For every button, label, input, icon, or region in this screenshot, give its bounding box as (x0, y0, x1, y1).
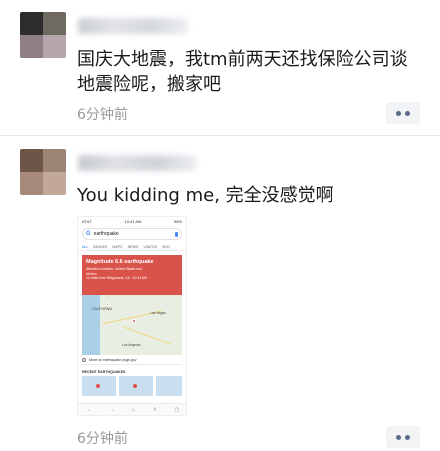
usgs-link: More on earthquake.usgs.gov (82, 355, 182, 365)
post-divider (0, 135, 440, 136)
avatar-pixel (43, 35, 66, 58)
tab-all: ALL (82, 245, 89, 249)
alert-line: 11 miles from Ridgecrest, CA · 10:33 AM (86, 276, 147, 280)
clock-label: 10:41 AM (124, 219, 142, 224)
post-content: 国庆大地震，我tm前两天还找保险公司谈地震险呢，搬家吧 (77, 49, 408, 95)
browser-nav-bar: ← → ⌂ ⇧ ▢ (78, 403, 186, 415)
more-dots-icon (396, 110, 401, 116)
avatar-pixel (43, 12, 66, 35)
tab-shopping: SHO (161, 245, 170, 249)
recent-map-thumbnail (156, 376, 182, 396)
avatar[interactable] (20, 149, 66, 195)
attached-screenshot[interactable]: AT&T 10:41 AM 58% G earthquake ALL IMAGE… (77, 216, 187, 416)
phone-status-bar: AT&T 10:41 AM 58% (78, 217, 186, 226)
google-logo-icon: G (86, 231, 91, 237)
blurred-username[interactable] (78, 18, 188, 34)
map-label: Las Vegas (150, 311, 166, 315)
map-pin-icon (133, 384, 137, 388)
avatar-pixel (43, 149, 66, 172)
tab-maps: MAPS (112, 245, 123, 249)
map-pin-icon (106, 303, 109, 306)
map-ocean (82, 295, 100, 355)
moment-post: 国庆大地震，我tm前两天还找保险公司谈地震险呢，搬家吧 6分钟前 (0, 0, 440, 135)
map-pin-icon (96, 384, 100, 388)
tab-news: NEWS (127, 245, 139, 249)
recent-header: RECENT EARTHQUAKES (82, 370, 126, 374)
tab-videos: VIDEOS (143, 245, 157, 249)
blurred-username[interactable] (78, 155, 196, 171)
more-button[interactable] (386, 426, 420, 448)
forward-icon: → (109, 406, 115, 413)
recent-map-thumbnail (119, 376, 153, 396)
avatar-pixel (20, 35, 43, 58)
map-pin-icon (132, 319, 136, 323)
more-button[interactable] (386, 102, 420, 124)
earthquake-alert-card: Magnitude 6.6 earthquake Affected countr… (82, 255, 182, 295)
avatar-pixel (43, 172, 66, 195)
tabs-icon: ▢ (174, 406, 180, 413)
search-bar: G earthquake (82, 228, 182, 240)
battery-label: 58% (173, 219, 182, 224)
avatar-pixel (20, 172, 43, 195)
more-dots-icon (405, 110, 410, 116)
carrier-label: AT&T (82, 219, 92, 224)
post-time: 6分钟前 (77, 431, 128, 447)
moment-post: You kidding me, 完全没感觉啊 AT&T 10:41 AM 58%… (0, 137, 440, 451)
avatar-pixel (20, 149, 43, 172)
globe-icon (82, 357, 86, 362)
search-tabs: ALL IMAGES MAPS NEWS VIDEOS SHO (78, 240, 186, 251)
earthquake-map: CALIFORNIA Las Vegas Los Angeles (82, 295, 182, 355)
more-dots-icon (405, 434, 410, 440)
link-text: More on earthquake.usgs.gov (89, 357, 137, 362)
map-label: CALIFORNIA (92, 307, 113, 311)
recent-thumbnails (78, 376, 186, 396)
map-label: Los Angeles (122, 343, 141, 347)
avatar[interactable] (20, 12, 66, 58)
map-road (123, 326, 171, 345)
post-content: You kidding me, 完全没感觉啊 (77, 185, 334, 206)
tab-images: IMAGES (93, 245, 108, 249)
post-time: 6分钟前 (77, 107, 128, 123)
alert-title: Magnitude 6.6 earthquake (86, 259, 154, 265)
avatar-pixel (20, 12, 43, 35)
back-icon: ← (86, 406, 92, 413)
search-query: earthquake (93, 231, 119, 237)
home-icon: ⌂ (131, 406, 136, 413)
share-icon: ⇧ (152, 406, 157, 413)
more-dots-icon (396, 434, 401, 440)
mic-icon (175, 231, 178, 237)
recent-map-thumbnail (82, 376, 116, 396)
